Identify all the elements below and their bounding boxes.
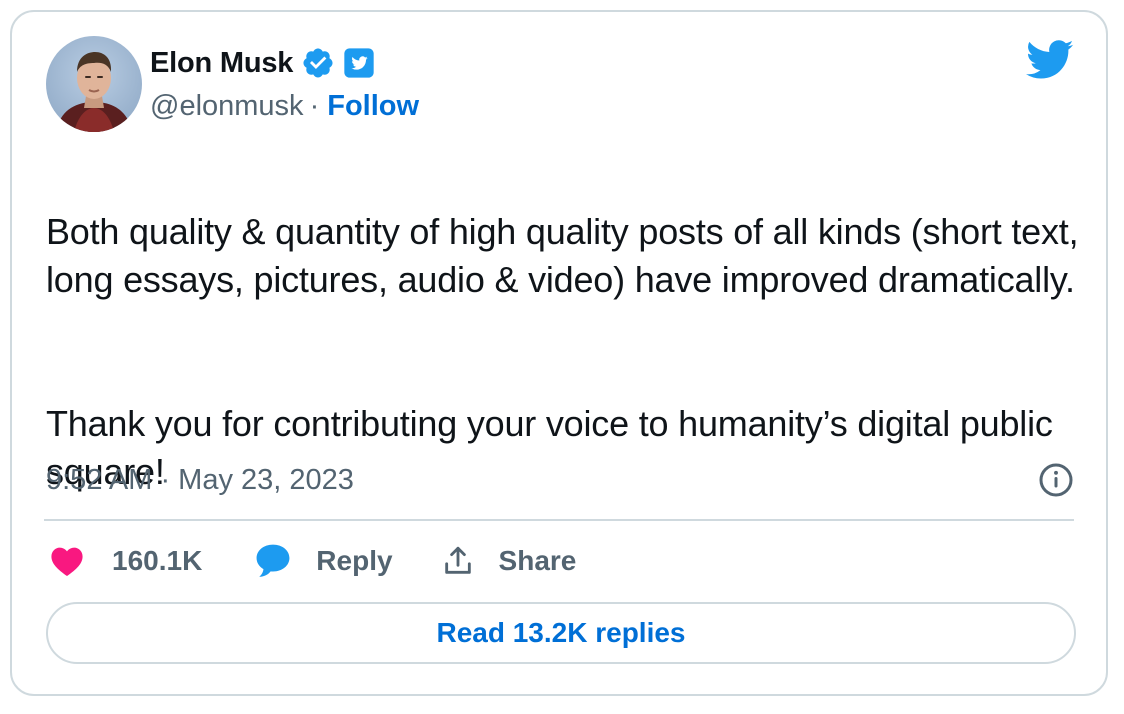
avatar[interactable] (46, 36, 142, 132)
tweet-paragraph-1: Both quality & quantity of high quality … (46, 211, 1079, 300)
read-replies-button[interactable]: Read 13.2K replies (46, 602, 1076, 664)
share-label: Share (498, 545, 577, 576)
divider (44, 519, 1074, 521)
share-upload-icon (444, 546, 471, 574)
reply-label: Reply (316, 545, 393, 576)
like-count: 160.1K (112, 545, 203, 576)
author-handle[interactable]: @elonmusk (150, 90, 304, 123)
share-button[interactable]: Share (441, 544, 577, 578)
tweet-card: Elon Musk @elonmusk · Follow Both qualit… (10, 10, 1108, 696)
like-button[interactable]: 160.1K (50, 545, 202, 577)
tweet-timestamp[interactable]: 9:52 AM · May 23, 2023 (46, 464, 354, 497)
action-bar: 160.1K Reply Share (50, 540, 576, 582)
speech-bubble-icon (256, 544, 290, 577)
author-name-row: Elon Musk (150, 46, 375, 80)
info-icon[interactable] (1038, 462, 1074, 498)
heart-icon (51, 547, 83, 577)
author-display-name[interactable]: Elon Musk (150, 47, 293, 80)
separator: · (309, 90, 320, 122)
twitter-bird-icon[interactable] (1026, 40, 1074, 80)
follow-button[interactable]: Follow (327, 90, 419, 123)
reply-button[interactable]: Reply (254, 543, 393, 579)
author-handle-row: @elonmusk · Follow (150, 90, 419, 123)
verified-badge-icon (303, 48, 333, 78)
twitter-square-icon (344, 48, 374, 78)
